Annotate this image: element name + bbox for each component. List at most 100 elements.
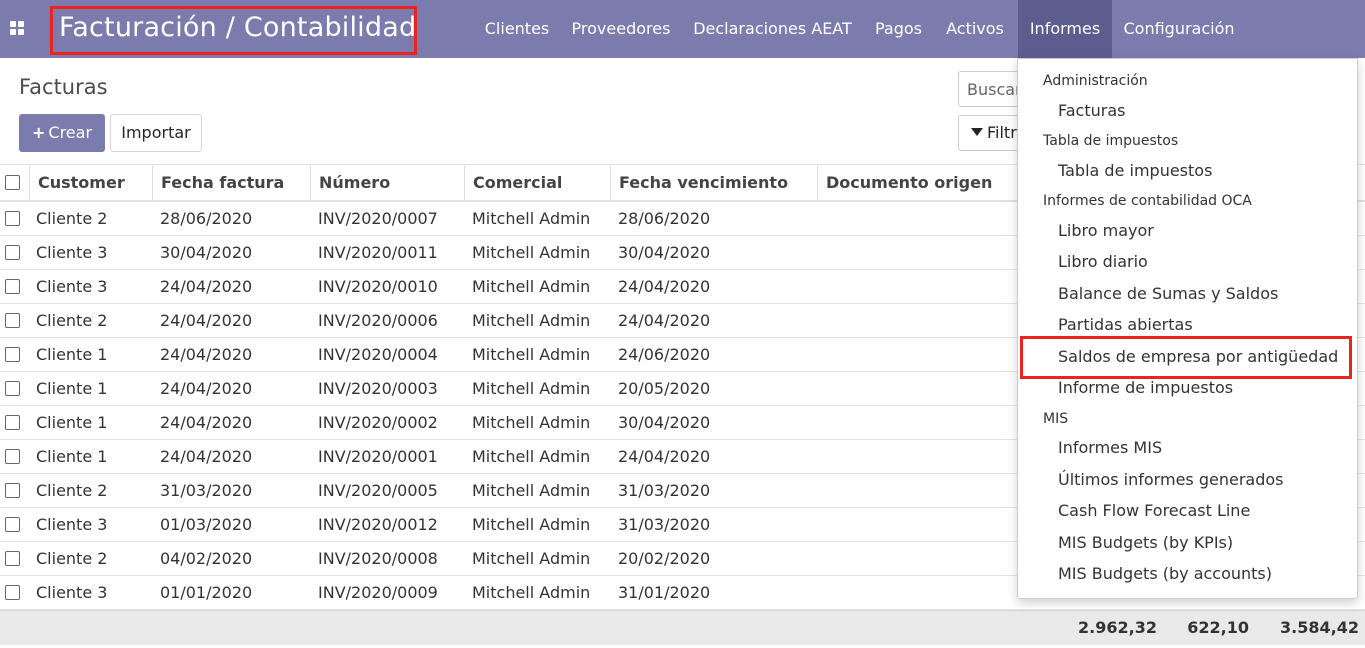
cell-customer: Cliente 2	[36, 209, 108, 228]
row-checkbox[interactable]	[5, 449, 20, 464]
dropdown-item[interactable]: Libro diario	[1058, 252, 1148, 271]
cell-numero: INV/2020/0002	[318, 413, 438, 432]
cell-fecha-vencimiento: 24/04/2020	[618, 447, 711, 466]
select-all-checkbox[interactable]	[5, 175, 20, 190]
cell-numero: INV/2020/0005	[318, 481, 438, 500]
table-footer-totals: 2.962,32 622,10 3.584,42	[0, 610, 1365, 645]
cell-numero: INV/2020/0010	[318, 277, 438, 296]
cell-fecha-factura: 24/04/2020	[160, 311, 253, 330]
cell-numero: INV/2020/0008	[318, 549, 438, 568]
cell-fecha-factura: 28/06/2020	[160, 209, 253, 228]
cell-customer: Cliente 3	[36, 515, 108, 534]
create-button[interactable]: + Crear	[19, 114, 105, 152]
column-fecha-vencimiento[interactable]: Fecha vencimiento	[610, 165, 817, 201]
apps-grid-icon[interactable]	[10, 21, 26, 37]
column-documento-origen[interactable]: Documento origen	[817, 165, 1017, 201]
cell-comercial: Mitchell Admin	[472, 583, 591, 602]
row-checkbox[interactable]	[5, 517, 20, 532]
cell-comercial: Mitchell Admin	[472, 515, 591, 534]
menu-pagos[interactable]: Pagos	[866, 0, 931, 58]
import-button[interactable]: Importar	[110, 114, 202, 152]
cell-customer: Cliente 2	[36, 311, 108, 330]
menu-configuracion[interactable]: Configuración	[1115, 0, 1243, 58]
create-button-label: Crear	[48, 123, 93, 142]
cell-customer: Cliente 1	[36, 379, 108, 398]
dropdown-item[interactable]: Cash Flow Forecast Line	[1058, 501, 1250, 520]
cell-comercial: Mitchell Admin	[472, 311, 591, 330]
cell-fecha-factura: 24/04/2020	[160, 447, 253, 466]
cell-fecha-factura: 24/04/2020	[160, 379, 253, 398]
menu-proveedores[interactable]: Proveedores	[564, 0, 678, 58]
cell-numero: INV/2020/0004	[318, 345, 438, 364]
row-checkbox[interactable]	[5, 211, 20, 226]
cell-comercial: Mitchell Admin	[472, 481, 591, 500]
dropdown-section-header: MIS	[1043, 411, 1069, 427]
dropdown-item[interactable]: Partidas abiertas	[1058, 315, 1193, 334]
column-comercial[interactable]: Comercial	[464, 165, 612, 201]
cell-numero: INV/2020/0003	[318, 379, 438, 398]
menu-declaraciones-aeat[interactable]: Declaraciones AEAT	[685, 0, 860, 58]
cell-comercial: Mitchell Admin	[472, 549, 591, 568]
cell-fecha-factura: 04/02/2020	[160, 549, 253, 568]
dropdown-item[interactable]: Facturas	[1058, 101, 1125, 120]
dropdown-item[interactable]: Informes MIS	[1058, 438, 1162, 457]
dropdown-section-header: Informes de contabilidad OCA	[1043, 193, 1252, 209]
cell-numero: INV/2020/0009	[318, 583, 438, 602]
cell-fecha-vencimiento: 30/04/2020	[618, 243, 711, 262]
row-checkbox[interactable]	[5, 585, 20, 600]
cell-numero: INV/2020/0007	[318, 209, 438, 228]
filter-funnel-icon	[971, 128, 983, 136]
cell-fecha-factura: 31/03/2020	[160, 481, 253, 500]
dropdown-item[interactable]: Últimos informes generados	[1058, 470, 1283, 489]
cell-customer: Cliente 3	[36, 583, 108, 602]
menu-activos[interactable]: Activos	[938, 0, 1012, 58]
dropdown-item[interactable]: MIS Budgets (by accounts)	[1058, 564, 1272, 583]
row-checkbox[interactable]	[5, 415, 20, 430]
menu-clientes[interactable]: Clientes	[476, 0, 558, 58]
dropdown-item[interactable]: MIS Budgets (by KPIs)	[1058, 533, 1233, 552]
row-checkbox[interactable]	[5, 381, 20, 396]
row-checkbox[interactable]	[5, 483, 20, 498]
page-title: Facturas	[19, 75, 108, 99]
cell-fecha-factura: 30/04/2020	[160, 243, 253, 262]
dropdown-item[interactable]: Saldos de empresa por antigüedad	[1058, 347, 1338, 366]
row-checkbox[interactable]	[5, 347, 20, 362]
cell-fecha-vencimiento: 24/04/2020	[618, 311, 711, 330]
row-checkbox[interactable]	[5, 551, 20, 566]
cell-fecha-factura: 24/04/2020	[160, 413, 253, 432]
cell-fecha-vencimiento: 30/04/2020	[618, 413, 711, 432]
informes-dropdown-menu: Administración Facturas Tabla de impuestos…	[1017, 58, 1358, 599]
cell-customer: Cliente 1	[36, 345, 108, 364]
cell-customer: Cliente 1	[36, 413, 108, 432]
cell-numero: INV/2020/0012	[318, 515, 438, 534]
dropdown-item[interactable]: Libro mayor	[1058, 221, 1154, 240]
total-value: 622,10	[1187, 618, 1249, 637]
row-checkbox[interactable]	[5, 245, 20, 260]
row-checkbox[interactable]	[5, 279, 20, 294]
column-fecha-factura[interactable]: Fecha factura	[152, 165, 310, 201]
total-value: 3.584,42	[1280, 618, 1359, 637]
dropdown-item[interactable]: Tabla de impuestos	[1058, 161, 1212, 180]
column-numero[interactable]: Número	[310, 165, 467, 201]
dropdown-item[interactable]: Informe de impuestos	[1058, 378, 1233, 397]
cell-fecha-vencimiento: 28/06/2020	[618, 209, 711, 228]
column-customer[interactable]: Customer	[29, 165, 152, 201]
cell-fecha-factura: 01/03/2020	[160, 515, 253, 534]
dropdown-section-header: Administración	[1043, 73, 1148, 89]
app-title-highlight	[50, 6, 417, 55]
cell-fecha-factura: 24/04/2020	[160, 345, 253, 364]
cell-comercial: Mitchell Admin	[472, 413, 591, 432]
cell-customer: Cliente 3	[36, 243, 108, 262]
cell-numero: INV/2020/0001	[318, 447, 438, 466]
total-value: 2.962,32	[1078, 618, 1157, 637]
cell-numero: INV/2020/0006	[318, 311, 438, 330]
cell-comercial: Mitchell Admin	[472, 277, 591, 296]
row-checkbox[interactable]	[5, 313, 20, 328]
cell-fecha-vencimiento: 24/06/2020	[618, 345, 711, 364]
cell-fecha-vencimiento: 20/02/2020	[618, 549, 711, 568]
menu-informes[interactable]: Informes	[1018, 0, 1112, 58]
cell-comercial: Mitchell Admin	[472, 243, 591, 262]
dropdown-item[interactable]: Balance de Sumas y Saldos	[1058, 284, 1278, 303]
cell-comercial: Mitchell Admin	[472, 345, 591, 364]
cell-comercial: Mitchell Admin	[472, 209, 591, 228]
